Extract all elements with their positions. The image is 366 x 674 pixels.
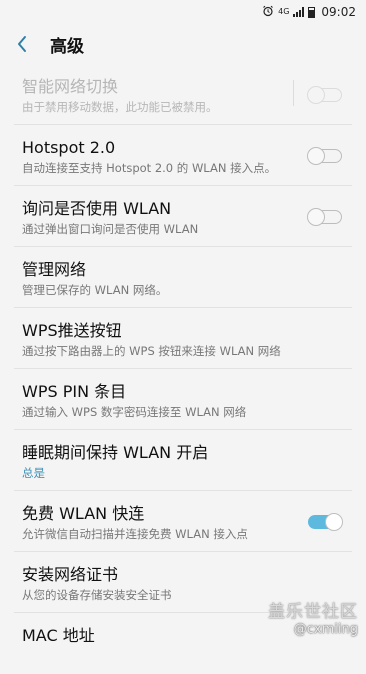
setting-subtitle: 通过输入 WPS 数字密码连接至 WLAN 网络 bbox=[22, 405, 247, 419]
setting-title: Hotspot 2.0 bbox=[22, 138, 116, 157]
free-wlan-toggle[interactable] bbox=[308, 512, 343, 532]
setting-subtitle: 从您的设备存储安装安全证书 bbox=[22, 588, 172, 602]
back-button[interactable] bbox=[0, 24, 44, 64]
setting-smart-network-switch: 智能网络切换 由于禁用移动数据，此功能已被禁用。 bbox=[0, 64, 366, 125]
setting-title: 智能网络切换 bbox=[22, 77, 119, 96]
watermark-site: 盖乐世社区 bbox=[268, 602, 358, 622]
setting-subtitle: 通过按下路由器上的 WPS 按钮来连接 WLAN 网络 bbox=[22, 344, 281, 358]
ask-wlan-toggle[interactable] bbox=[307, 207, 342, 227]
status-time: 09:02 bbox=[321, 5, 356, 19]
setting-subtitle: 由于禁用移动数据，此功能已被禁用。 bbox=[22, 100, 218, 114]
settings-list: 智能网络切换 由于禁用移动数据，此功能已被禁用。 Hotspot 2.0 自动连… bbox=[0, 64, 366, 674]
setting-title: 安装网络证书 bbox=[22, 565, 119, 584]
setting-manage-networks[interactable]: 管理网络 管理已保存的 WLAN 网络。 bbox=[0, 247, 366, 308]
setting-title: 睡眠期间保持 WLAN 开启 bbox=[22, 443, 209, 462]
signal-icon bbox=[293, 7, 305, 17]
setting-title: WPS PIN 条目 bbox=[22, 382, 127, 401]
setting-title: MAC 地址 bbox=[22, 626, 95, 645]
setting-hotspot-2[interactable]: Hotspot 2.0 自动连接至支持 Hotspot 2.0 的 WLAN 接… bbox=[0, 125, 366, 186]
status-bar: 4G 09:02 bbox=[0, 0, 366, 24]
app-bar: 高级 bbox=[0, 24, 366, 64]
watermark-user: @cxmiing bbox=[293, 622, 358, 637]
alarm-icon bbox=[262, 5, 274, 19]
setting-title: 询问是否使用 WLAN bbox=[22, 199, 172, 218]
setting-value: 总是 bbox=[22, 466, 45, 480]
setting-subtitle: 允许微信自动扫描并连接免费 WLAN 接入点 bbox=[22, 527, 248, 541]
hotspot-2-toggle[interactable] bbox=[307, 146, 342, 166]
chevron-left-icon bbox=[18, 36, 26, 52]
network-type-label: 4G bbox=[278, 7, 290, 16]
setting-subtitle: 自动连接至支持 Hotspot 2.0 的 WLAN 接入点。 bbox=[22, 161, 277, 175]
divider bbox=[293, 80, 294, 106]
setting-title: 管理网络 bbox=[22, 260, 87, 279]
setting-title: WPS推送按钮 bbox=[22, 321, 122, 340]
setting-title: 免费 WLAN 快连 bbox=[22, 504, 145, 523]
setting-keep-wlan-on-sleep[interactable]: 睡眠期间保持 WLAN 开启 总是 bbox=[0, 430, 366, 491]
setting-subtitle: 管理已保存的 WLAN 网络。 bbox=[22, 283, 168, 297]
setting-subtitle: 通过弹出窗口询问是否使用 WLAN bbox=[22, 222, 199, 236]
setting-free-wlan-quick-connect[interactable]: 免费 WLAN 快连 允许微信自动扫描并连接免费 WLAN 接入点 bbox=[0, 491, 366, 552]
page-title: 高级 bbox=[50, 36, 84, 57]
setting-ask-wlan[interactable]: 询问是否使用 WLAN 通过弹出窗口询问是否使用 WLAN bbox=[0, 186, 366, 247]
setting-wps-pin[interactable]: WPS PIN 条目 通过输入 WPS 数字密码连接至 WLAN 网络 bbox=[0, 369, 366, 430]
setting-wps-push-button[interactable]: WPS推送按钮 通过按下路由器上的 WPS 按钮来连接 WLAN 网络 bbox=[0, 308, 366, 369]
battery-icon bbox=[308, 6, 316, 18]
smart-network-switch-toggle bbox=[307, 85, 342, 105]
